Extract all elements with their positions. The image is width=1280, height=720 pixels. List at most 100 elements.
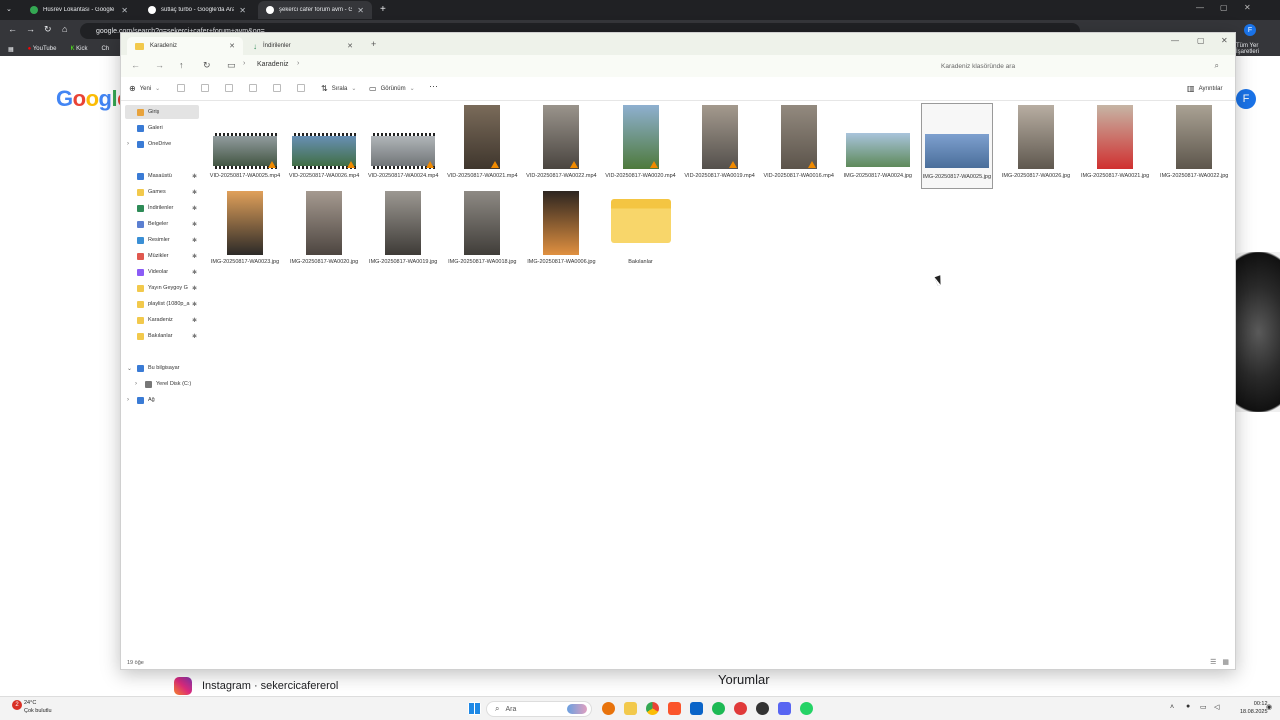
chevron-right-icon[interactable]: › <box>127 141 129 147</box>
mic-icon[interactable]: ● <box>1186 703 1190 710</box>
explorer-search-input[interactable]: Karadeniz klasöründe ara ⌕ <box>937 58 1227 74</box>
forward-icon[interactable]: → <box>155 60 164 70</box>
close-tab-icon[interactable]: ✕ <box>229 42 235 50</box>
video-file-item[interactable]: VID-20250817-WA0016.mp4 <box>763 103 835 189</box>
instagram-result[interactable]: Instagram · sekercicafererol <box>174 677 338 695</box>
image-file-item[interactable]: IMG-20250817-WA0022.jpg <box>1158 103 1230 189</box>
explorer-tab-indirilenler[interactable]: ↓ İndirilenler ✕ <box>245 37 361 55</box>
browser-tab[interactable]: sütlaç turbo - Google'da Ara ✕ <box>140 1 254 19</box>
nav-item[interactable]: Karadeniz ✱ <box>125 313 199 327</box>
new-button[interactable]: ⊕ Yeni ⌄ <box>129 84 160 93</box>
close-tab-icon[interactable]: ✕ <box>121 6 128 15</box>
image-file-item[interactable]: IMG-20250817-WA0023.jpg <box>209 189 281 275</box>
nav-item[interactable]: Videolar ✱ <box>125 265 199 279</box>
video-file-item[interactable]: VID-20250817-WA0026.mp4 <box>288 103 360 189</box>
brave-icon[interactable] <box>668 702 681 715</box>
whatsapp-icon[interactable] <box>800 702 813 715</box>
chevron-right-icon[interactable]: › <box>297 60 299 67</box>
nav-item[interactable]: Resimler ✱ <box>125 233 199 247</box>
image-file-item[interactable]: IMG-20250817-WA0024.jpg <box>842 103 914 189</box>
maximize-icon[interactable]: ▢ <box>1197 36 1205 45</box>
close-icon[interactable]: ✕ <box>1221 36 1228 45</box>
monitor-icon[interactable]: ▭ <box>227 60 236 71</box>
bookmark-youtube[interactable]: ● YouTube <box>28 46 57 52</box>
tab-search-icon[interactable]: ⌄ <box>6 5 12 13</box>
video-file-item[interactable]: VID-20250817-WA0022.mp4 <box>525 103 597 189</box>
video-file-item[interactable]: VID-20250817-WA0024.mp4 <box>367 103 439 189</box>
app-dark-icon[interactable] <box>756 702 769 715</box>
folder-item[interactable]: Bakılanlar <box>605 189 677 275</box>
reload-icon[interactable]: ↻ <box>44 24 52 35</box>
nav-item[interactable]: Galeri <box>125 121 199 135</box>
copy-icon[interactable] <box>201 84 209 92</box>
all-bookmarks[interactable]: Tüm Yer İşaretleri <box>1236 43 1280 55</box>
new-tab-button[interactable]: + <box>371 39 376 49</box>
close-tab-icon[interactable]: ✕ <box>357 6 364 15</box>
nav-item[interactable]: › Ağ <box>125 393 199 407</box>
minimize-icon[interactable]: — <box>1196 3 1204 12</box>
weather-widget[interactable]: 24°C Çok bulutlu <box>24 699 52 715</box>
nav-item[interactable]: playlist (1080p_a ✱ <box>125 297 199 311</box>
image-file-item[interactable]: IMG-20250817-WA0026.jpg <box>1000 103 1072 189</box>
video-file-item[interactable]: VID-20250817-WA0021.mp4 <box>446 103 518 189</box>
profile-avatar[interactable]: F <box>1236 89 1256 109</box>
details-button[interactable]: ▥ Ayrıntılar <box>1187 84 1222 93</box>
image-file-item[interactable]: IMG-20250817-WA0020.jpg <box>288 189 360 275</box>
app-red-icon[interactable] <box>734 702 747 715</box>
browser-tab[interactable]: Hüsrev Lokantası - Google Har ✕ <box>22 1 136 19</box>
chevron-down-icon[interactable]: ⌄ <box>127 365 132 372</box>
profile-avatar-small[interactable]: F <box>1244 24 1256 36</box>
taskbar-search[interactable]: ⌕ Ara <box>486 701 592 717</box>
nav-item[interactable]: Müzikler ✱ <box>125 249 199 263</box>
breadcrumb[interactable]: Karadeniz <box>257 61 289 68</box>
nav-item[interactable]: Belgeler ✱ <box>125 217 199 231</box>
details-view-icon[interactable]: ☰ <box>1210 658 1216 666</box>
close-tab-icon[interactable]: ✕ <box>239 6 246 15</box>
explorer-tab-karadeniz[interactable]: Karadeniz ✕ <box>127 37 243 55</box>
close-icon[interactable]: ✕ <box>1244 3 1251 12</box>
nav-item[interactable]: Bakılanlar ✱ <box>125 329 199 343</box>
home-icon[interactable]: ⌂ <box>62 24 67 34</box>
file-explorer-taskbar-icon[interactable] <box>624 702 637 715</box>
image-file-item[interactable]: IMG-20250817-WA0018.jpg <box>446 189 518 275</box>
maximize-icon[interactable]: ▢ <box>1220 3 1228 12</box>
close-tab-icon[interactable]: ✕ <box>347 42 353 50</box>
minimize-icon[interactable]: — <box>1171 36 1179 45</box>
nav-item[interactable]: › Yerel Disk (C:) <box>125 377 199 391</box>
google-logo[interactable]: Google <box>56 86 129 112</box>
up-icon[interactable]: ↑ <box>179 60 184 70</box>
tray-chevron-icon[interactable]: ˄ <box>1170 704 1174 711</box>
bookmark-ch[interactable]: Ch <box>101 46 109 52</box>
delete-icon[interactable] <box>297 84 305 92</box>
nav-item[interactable]: Yayın Geygoy G ✱ <box>125 281 199 295</box>
search-app-icon[interactable] <box>602 702 615 715</box>
system-clock[interactable]: 00:12 18.08.2025 <box>1240 700 1268 716</box>
refresh-icon[interactable]: ↻ <box>203 60 211 71</box>
video-file-item[interactable]: VID-20250817-WA0025.mp4 <box>209 103 281 189</box>
browser-tab[interactable]: şekerci cafer forum avm - Goo ✕ <box>258 1 372 19</box>
nav-item[interactable]: İndirilenler ✱ <box>125 201 199 215</box>
network-icon[interactable]: ▭ <box>1200 703 1207 711</box>
nav-item[interactable]: Masaüstü ✱ <box>125 169 199 183</box>
cut-icon[interactable] <box>177 84 185 92</box>
video-file-item[interactable]: VID-20250817-WA0020.mp4 <box>605 103 677 189</box>
weather-alert-icon[interactable]: 2 <box>12 700 22 710</box>
nav-item[interactable]: Giriş <box>125 105 199 119</box>
image-file-item[interactable]: IMG-20250817-WA0019.jpg <box>367 189 439 275</box>
notification-icon[interactable]: ◉ <box>1266 703 1272 711</box>
image-file-item[interactable]: IMG-20250817-WA0025.jpg <box>920 103 993 189</box>
view-button[interactable]: ▭ Görünüm ⌄ <box>369 84 415 93</box>
forward-icon[interactable]: → <box>26 24 35 34</box>
chevron-right-icon[interactable]: › <box>127 397 129 403</box>
sort-button[interactable]: ⇅ Sırala ⌄ <box>321 84 356 93</box>
spotify-icon[interactable] <box>712 702 725 715</box>
start-icon[interactable] <box>468 702 481 715</box>
thumbnail-view-icon[interactable]: ▦ <box>1222 658 1229 666</box>
video-file-item[interactable]: VID-20250817-WA0019.mp4 <box>684 103 756 189</box>
image-file-item[interactable]: IMG-20250817-WA0006.jpg <box>525 189 597 275</box>
new-tab-button[interactable]: + <box>380 4 386 15</box>
image-file-item[interactable]: IMG-20250817-WA0021.jpg <box>1079 103 1151 189</box>
back-icon[interactable]: ← <box>131 60 140 70</box>
nav-item[interactable]: Games ✱ <box>125 185 199 199</box>
paste-icon[interactable] <box>225 84 233 92</box>
